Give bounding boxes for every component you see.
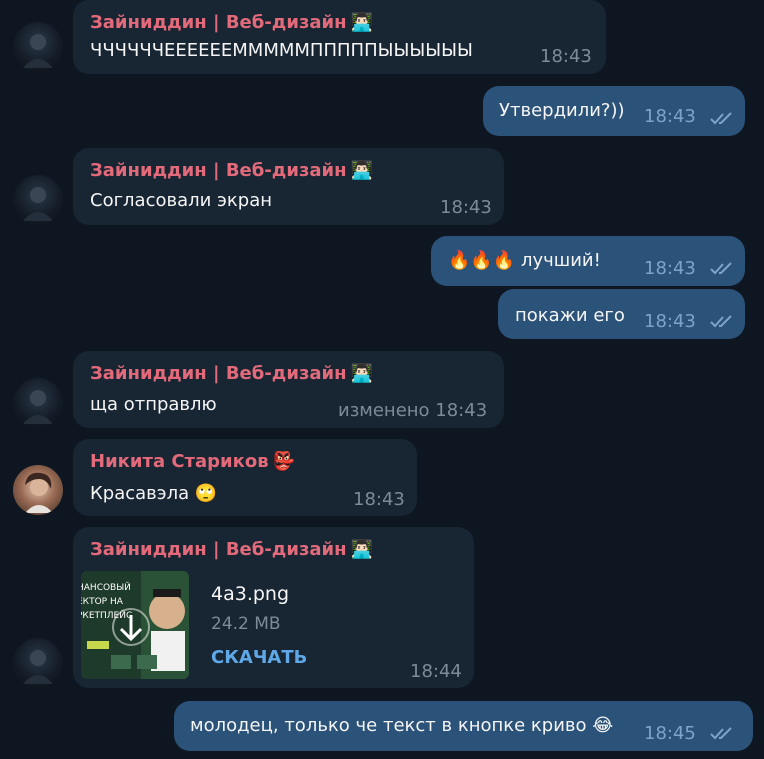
file-thumbnail[interactable]: НАНСОВЫЙ ЕКТОР НА РКЕТПЛЕЙС — [81, 571, 189, 679]
message-bubble[interactable]: молодец, только че текст в кнопке криво … — [174, 701, 753, 751]
sender-name[interactable]: Зайниддин | Веб-дизайн 👨🏻‍💻 — [90, 539, 373, 560]
sender-name[interactable]: Зайниддин | Веб-дизайн 👨🏻‍💻 — [90, 363, 373, 384]
message-text: Согласовали экран — [90, 190, 273, 211]
sender-emoji: 👨🏻‍💻 — [350, 12, 374, 33]
message-time: 18:43 — [353, 489, 405, 510]
message-text: Утвердили?)) — [499, 100, 625, 121]
sender-name[interactable]: Никита Стариков 👺 — [90, 451, 295, 472]
message-time: 18:43 — [644, 106, 696, 127]
double-check-icon — [710, 727, 732, 740]
message-bubble[interactable]: Зайниддин | Веб-дизайн 👨🏻‍💻 ща отправлю и… — [73, 351, 504, 428]
sender-emoji: 👨🏻‍💻 — [350, 539, 374, 560]
message-time: 18:43 — [644, 311, 696, 332]
message-bubble[interactable]: Зайниддин | Веб-дизайн 👨🏻‍💻 НАНСОВЫЙ ЕКТО… — [73, 527, 474, 688]
avatar[interactable] — [13, 638, 63, 688]
sender-name[interactable]: Зайниддин | Веб-дизайн 👨🏻‍💻 — [90, 160, 373, 181]
message-text: ща отправлю — [90, 394, 217, 415]
double-check-icon — [710, 262, 732, 275]
message-bubble[interactable]: Зайниддин | Веб-дизайн 👨🏻‍💻 ЧЧЧЧЧЧЕЕЕЕЕЕМ… — [73, 0, 606, 74]
message-time: 18:43 — [440, 197, 492, 218]
message-time: 18:45 — [644, 723, 696, 744]
message-time: 18:43 — [540, 46, 592, 67]
message-text: Красавэла 🙄 — [90, 483, 218, 504]
message-time: изменено 18:43 — [338, 400, 488, 421]
message-text: покажи его — [515, 305, 625, 326]
avatar[interactable] — [13, 22, 63, 72]
avatar[interactable] — [13, 465, 63, 515]
message-bubble[interactable]: покажи его 18:43 — [498, 289, 745, 339]
message-text: молодец, только че текст в кнопке криво … — [190, 715, 614, 736]
sender-emoji: 👺 — [272, 451, 296, 472]
avatar[interactable] — [13, 175, 63, 225]
avatar[interactable] — [13, 378, 63, 428]
sender-emoji: 👨🏻‍💻 — [350, 363, 374, 384]
file-size: 24.2 MB — [211, 614, 281, 634]
sender-name[interactable]: Зайниддин | Веб-дизайн 👨🏻‍💻 — [90, 12, 373, 33]
message-time: 18:43 — [644, 258, 696, 279]
thumbnail-text: НАНСОВЫЙ ЕКТОР НА РКЕТПЛЕЙС — [81, 583, 133, 621]
download-button[interactable]: СКАЧАТЬ — [211, 647, 307, 668]
message-bubble[interactable]: Утвердили?)) 18:43 — [483, 86, 745, 136]
message-text: 🔥🔥🔥 лучший! — [448, 250, 601, 271]
message-bubble[interactable]: Зайниддин | Веб-дизайн 👨🏻‍💻 Согласовали э… — [73, 148, 504, 225]
message-time: 18:44 — [410, 661, 462, 682]
double-check-icon — [710, 112, 732, 125]
message-bubble[interactable]: 🔥🔥🔥 лучший! 18:43 — [431, 236, 745, 286]
message-text: ЧЧЧЧЧЧЕЕЕЕЕЕМММММПППППЫЫЫЫЫЫ — [90, 40, 473, 61]
double-check-icon — [710, 315, 732, 328]
file-name[interactable]: 4a3.png — [211, 583, 289, 605]
sender-emoji: 👨🏻‍💻 — [350, 160, 374, 181]
message-bubble[interactable]: Никита Стариков 👺 Красавэла 🙄 18:43 — [73, 439, 417, 516]
